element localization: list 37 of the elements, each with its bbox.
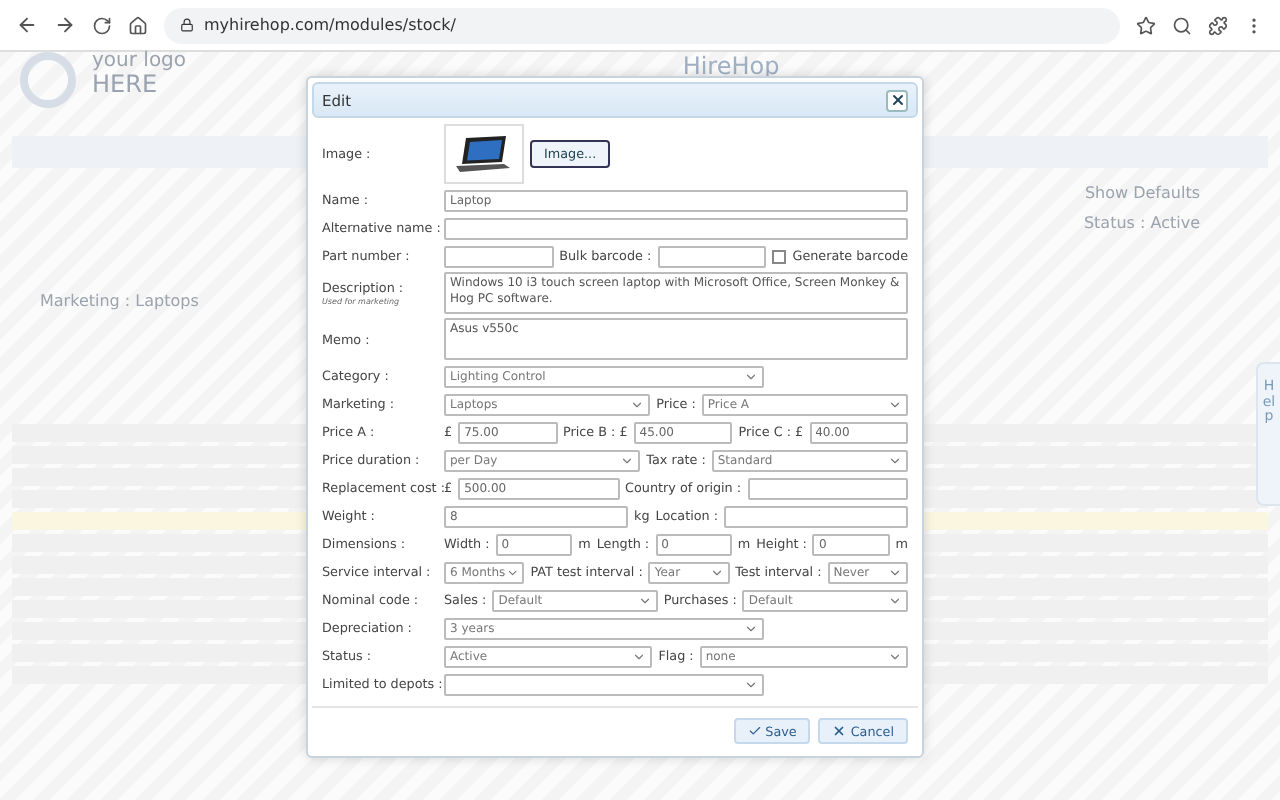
- lock-icon: [180, 18, 194, 32]
- home-icon[interactable]: [128, 15, 148, 35]
- status-text: Status : Active: [1083, 214, 1200, 232]
- input-field[interactable]: [657, 245, 767, 267]
- reload-icon[interactable]: [92, 15, 112, 35]
- star-icon[interactable]: [1136, 15, 1156, 35]
- marketing-text: Marketing : Laptops: [40, 292, 199, 310]
- chevron-down-icon: [888, 453, 902, 467]
- chevron-down-icon: [709, 565, 724, 579]
- chevron-down-icon: [505, 565, 519, 579]
- back-icon[interactable]: [16, 14, 38, 36]
- close-button[interactable]: [886, 89, 908, 111]
- checkbox[interactable]: [772, 249, 787, 263]
- input-field[interactable]: [747, 477, 909, 499]
- laptop-icon: [454, 134, 514, 174]
- chevron-down-icon: [888, 649, 903, 663]
- close-icon: [889, 92, 905, 108]
- chevron-down-icon: [888, 397, 902, 411]
- close-icon: [832, 724, 847, 738]
- chevron-down-icon: [632, 649, 647, 663]
- puzzle-icon[interactable]: [1208, 15, 1228, 35]
- logo-text: your logo: [92, 52, 187, 72]
- chevron-down-icon: [620, 453, 635, 467]
- input-field[interactable]: [724, 505, 909, 527]
- check-icon: [747, 724, 762, 738]
- app-title: HireHop: [680, 52, 782, 78]
- search-icon[interactable]: [1172, 15, 1192, 35]
- input-field[interactable]: [444, 245, 554, 267]
- chevron-down-icon: [637, 593, 652, 607]
- address-bar[interactable]: myhirehop.com/modules/stock/: [164, 7, 1120, 43]
- chevron-down-icon: [743, 621, 758, 635]
- chevron-down-icon: [743, 677, 758, 691]
- chevron-down-icon: [630, 397, 645, 411]
- forward-icon[interactable]: [54, 14, 76, 36]
- logo-text: HERE: [92, 72, 158, 96]
- chevron-down-icon: [743, 369, 758, 383]
- input-field[interactable]: [444, 217, 908, 239]
